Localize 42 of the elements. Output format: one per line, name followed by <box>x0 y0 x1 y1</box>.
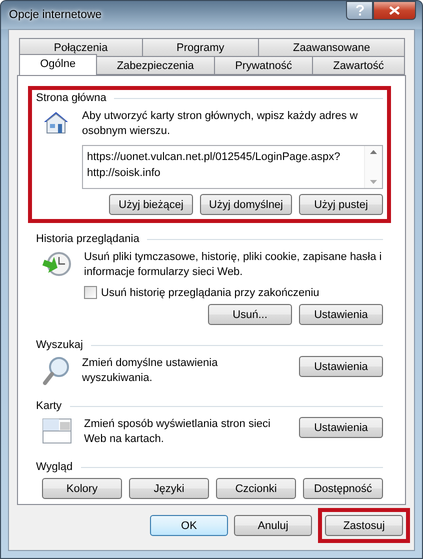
description-text: Zmień domyślne ustawienia wyszukiwania. <box>82 356 219 386</box>
dialog-button[interactable]: Czcionki <box>216 478 296 499</box>
magnifier-icon <box>42 356 70 386</box>
help-button[interactable] <box>346 1 373 20</box>
close-icon <box>389 6 400 15</box>
group-title: Strona główna <box>36 92 106 104</box>
close-button[interactable] <box>373 1 416 20</box>
house-icon <box>42 109 70 135</box>
dialog-button[interactable]: Kolory <box>42 478 122 499</box>
tab[interactable]: Zaawansowane <box>258 38 406 57</box>
question-mark-icon <box>356 5 364 16</box>
tab[interactable]: Programy <box>142 38 260 57</box>
scrollbar[interactable] <box>364 146 382 188</box>
dialog-button[interactable]: Użyj bieżącej <box>109 194 194 215</box>
dialog-button[interactable]: Dostępność <box>303 478 383 499</box>
dialog-button[interactable]: Użyj pustej <box>299 194 383 215</box>
dialog-button[interactable]: OK <box>150 515 228 536</box>
group-title: Historia przeglądania <box>36 233 140 245</box>
dialog-button[interactable]: Ustawienia <box>299 304 383 325</box>
dialog-button[interactable]: Języki <box>129 478 209 499</box>
checkbox-label: Usuń historię przeglądania przy zakończeniu <box>101 286 320 298</box>
dialog-button[interactable]: Ustawienia <box>299 417 383 438</box>
scroll-up-icon[interactable] <box>370 150 377 154</box>
dialog-button[interactable]: Anuluj <box>234 515 312 536</box>
description-text: Zmień sposób wyświetlania stron sieci Web na kartach. <box>84 417 272 447</box>
scroll-down-icon[interactable] <box>370 180 377 184</box>
group-title: Karty <box>36 400 62 412</box>
dialog-button[interactable]: Ustawienia <box>299 356 383 377</box>
url-text-area[interactable]: https://uonet.vulcan.net.pl/012545/LoginPage.aspx? http://soisk.info <box>82 145 383 189</box>
description-text: Aby utworzyć karty stron głównych, wpisz każdy adres w osobnym wierszu. <box>82 109 359 139</box>
dialog-button[interactable]: Usuń... <box>208 304 292 325</box>
dialog-button[interactable]: Użyj domyślnej <box>200 194 292 215</box>
dialog-button[interactable]: Zastosuj <box>325 515 403 536</box>
group-title: Wyszukaj <box>36 339 83 351</box>
tab[interactable]: Zawartość <box>312 56 406 75</box>
clock-arrow-icon <box>42 250 72 278</box>
group-title: Wygląd <box>36 461 73 473</box>
window-title: Opcje internetowe <box>9 9 102 21</box>
tab[interactable]: Ogólne <box>19 54 97 75</box>
checkbox[interactable] <box>84 286 97 299</box>
description-text: Usuń pliki tymczasowe, historię, pliki cookie, zapisane hasła i informacje formularzy sieci Web. <box>84 250 383 280</box>
tabbed-window-icon <box>42 417 72 445</box>
